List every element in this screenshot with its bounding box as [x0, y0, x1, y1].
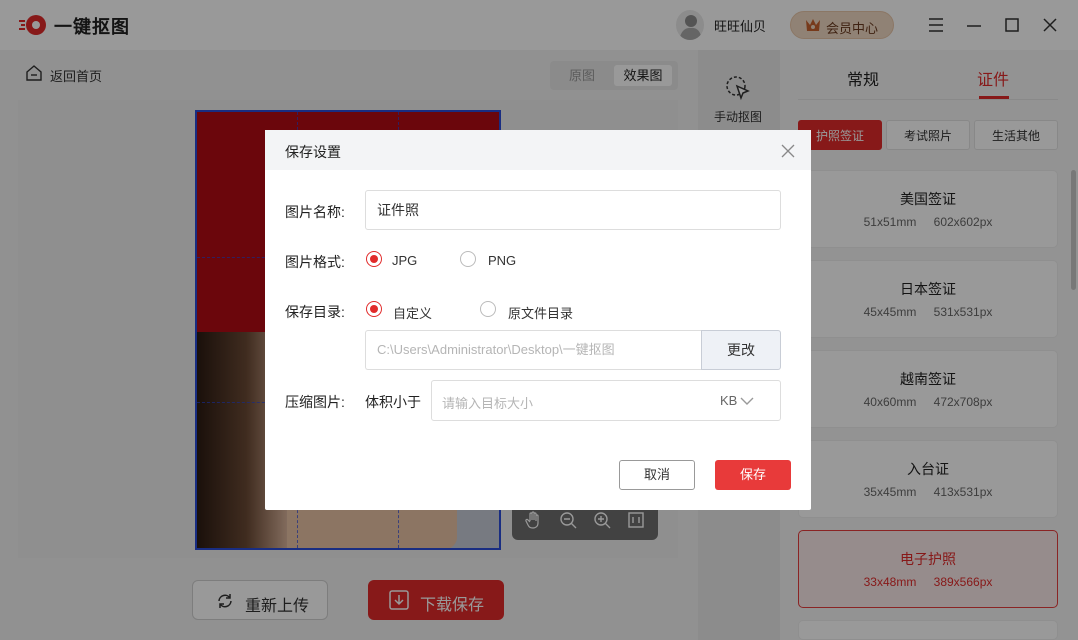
- dir-custom-radio[interactable]: [366, 301, 382, 317]
- cancel-button[interactable]: 取消: [619, 460, 695, 490]
- target-size-placeholder: 请输入目标大小: [442, 396, 534, 411]
- chevron-down-icon[interactable]: [739, 394, 755, 408]
- format-jpg-label[interactable]: JPG: [392, 253, 417, 268]
- dir-original-label[interactable]: 原文件目录: [508, 303, 573, 322]
- save-settings-dialog: 保存设置 图片名称: 证件照 图片格式: JPG PNG 保存目录: 自定义 原…: [265, 130, 811, 510]
- size-unit-select[interactable]: KB: [720, 393, 737, 408]
- size-less-than-label: 体积小于: [365, 394, 421, 410]
- format-jpg-radio[interactable]: [366, 251, 382, 267]
- save-button[interactable]: 保存: [715, 460, 791, 490]
- target-size-input[interactable]: 请输入目标大小 KB: [431, 380, 781, 421]
- image-name-label: 图片名称:: [285, 204, 345, 220]
- dir-custom-label[interactable]: 自定义: [393, 303, 432, 322]
- format-png-radio[interactable]: [460, 251, 476, 267]
- format-png-label[interactable]: PNG: [488, 253, 516, 268]
- save-dir-input[interactable]: C:\Users\Administrator\Desktop\一键抠图: [365, 330, 703, 370]
- dir-original-radio[interactable]: [480, 301, 496, 317]
- close-icon[interactable]: [779, 142, 797, 160]
- compress-label: 压缩图片:: [285, 394, 345, 410]
- save-dir-label: 保存目录:: [285, 304, 345, 320]
- dialog-title: 保存设置: [285, 144, 341, 160]
- image-format-label: 图片格式:: [285, 254, 345, 270]
- dialog-header: 保存设置: [265, 130, 811, 170]
- change-dir-button[interactable]: 更改: [701, 330, 781, 370]
- image-name-input[interactable]: 证件照: [365, 190, 781, 230]
